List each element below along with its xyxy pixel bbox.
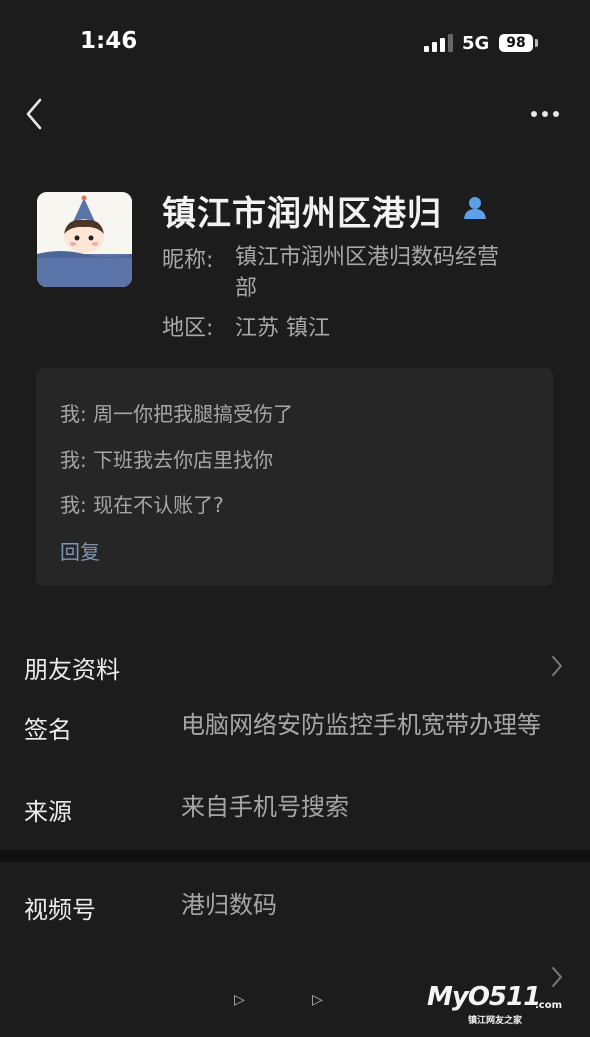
reply-button[interactable]: 回复 — [60, 536, 100, 565]
status-time: 1:46 — [80, 28, 138, 54]
message-item: 我: 下班我去你店里找你 — [60, 448, 274, 472]
avatar-image — [37, 192, 132, 287]
watermark-logo: MyO511 — [427, 982, 541, 1012]
contact-name: 镇江市润州区港归 — [162, 194, 442, 234]
watermark-domain: .com — [535, 1000, 563, 1011]
friend-profile-label: 朋友资料 — [24, 656, 120, 684]
more-dots-icon — [531, 111, 559, 117]
network-type: 5G — [462, 33, 490, 54]
person-icon — [462, 194, 488, 220]
play-icon[interactable]: ▷ — [312, 992, 323, 1008]
nickname-value: 镇江市润州区港归数码经营部 — [235, 245, 500, 301]
battery-tip — [535, 39, 538, 47]
region-value: 江苏 镇江 — [235, 316, 330, 341]
battery-icon: 98 — [499, 34, 533, 52]
message-item: 我: 周一你把我腿搞受伤了 — [60, 402, 294, 426]
region-label: 地区: — [162, 316, 214, 341]
source-label: 来源 — [24, 798, 72, 826]
more-button[interactable] — [524, 100, 570, 128]
avatar[interactable] — [37, 192, 132, 287]
nickname-label: 昵称: — [162, 248, 214, 273]
chevron-left-icon — [26, 98, 42, 130]
signal-icon — [424, 34, 454, 52]
channels-value: 港归数码 — [181, 891, 277, 919]
channels-label: 视频号 — [24, 896, 96, 924]
back-button[interactable] — [18, 92, 54, 136]
signature-value: 电脑网络安防监控手机宽带办理等 — [181, 711, 541, 739]
source-value: 来自手机号搜索 — [181, 793, 349, 821]
chevron-right-icon — [552, 967, 562, 987]
signature-label: 签名 — [24, 716, 72, 744]
watermark-tagline: 镇江网友之家 — [468, 1016, 523, 1026]
message-item: 我: 现在不认账了? — [60, 493, 224, 517]
chevron-right-icon — [552, 656, 562, 676]
play-icon[interactable]: ▷ — [234, 992, 245, 1008]
section-divider — [0, 850, 590, 862]
